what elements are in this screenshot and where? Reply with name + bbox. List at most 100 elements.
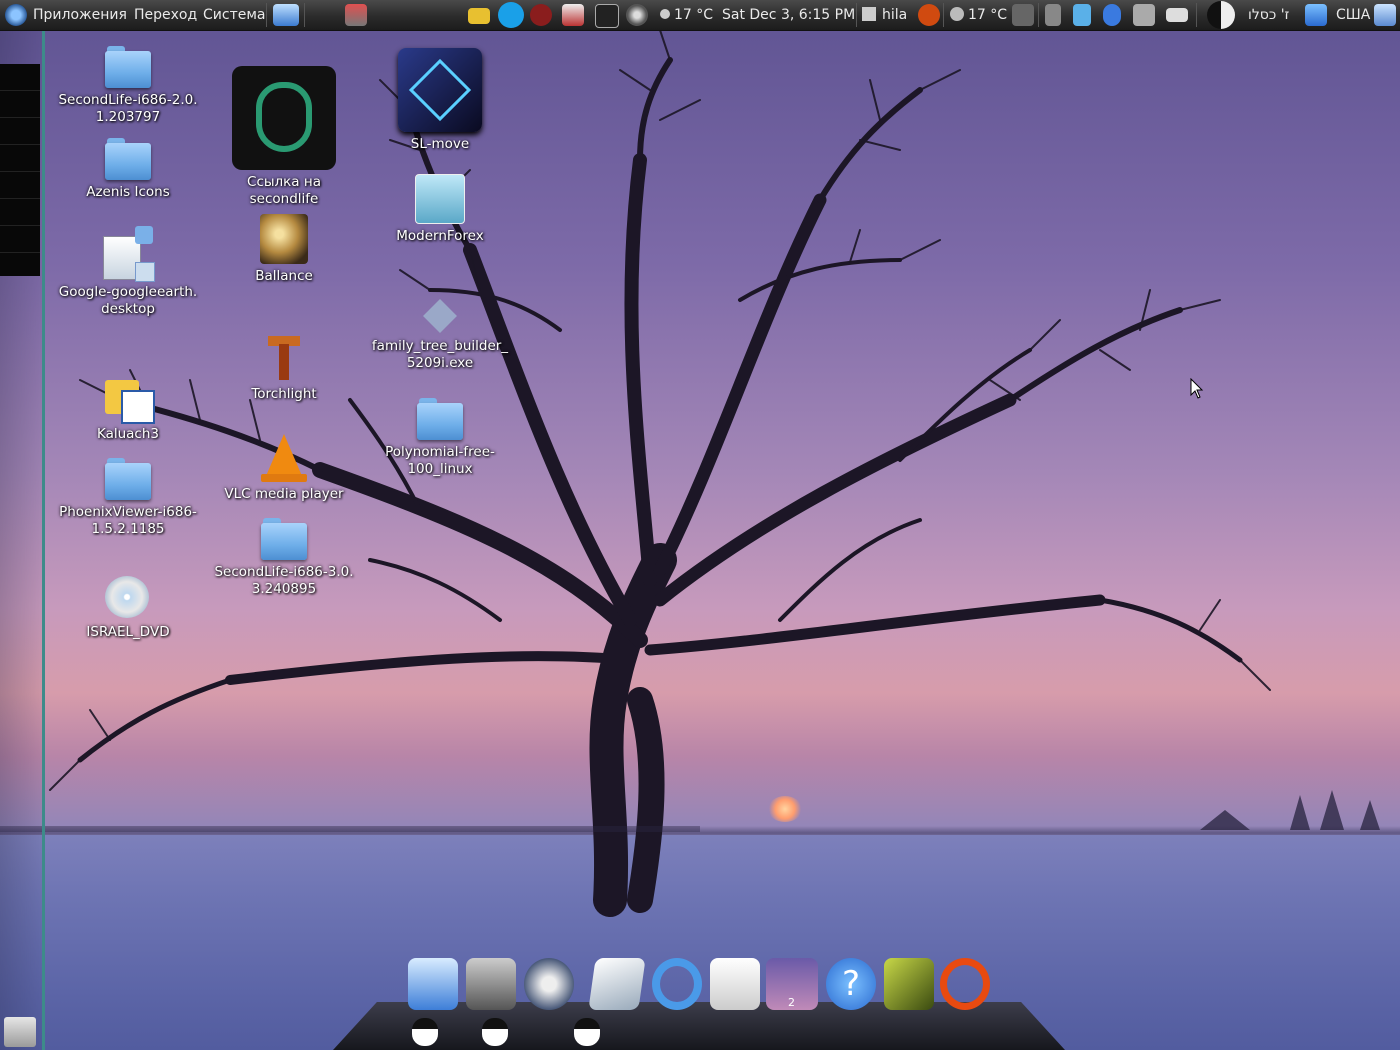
show-desktop-icon[interactable]: [1374, 4, 1396, 26]
folder-icon: [105, 456, 151, 500]
desktop-icon-label: Torchlight: [251, 386, 317, 402]
bluetooth-icon[interactable]: [1103, 4, 1121, 26]
folder-icon: [261, 516, 307, 560]
app-launcher-red-icon[interactable]: [530, 4, 552, 26]
panel-separator: [1196, 3, 1197, 27]
desktop-icon-label: ModernForex: [396, 228, 484, 244]
desktop-icon-label: ISRAEL_DVD: [86, 624, 170, 640]
desktop-icon[interactable]: SecondLife-i686-2.0. 1.203797: [53, 44, 203, 126]
notes-icon[interactable]: [710, 958, 760, 1010]
workspace-switcher-icon[interactable]: 2: [766, 958, 818, 1010]
folder-icon: [417, 396, 463, 440]
desktop-file-icon: [101, 226, 155, 282]
speaker-device-icon[interactable]: [1045, 4, 1061, 26]
panel-clock[interactable]: Sat Dec 3, 6:15 PM: [722, 0, 855, 30]
desktop-icon-label: VLC media player: [224, 486, 344, 502]
terminal-icon[interactable]: [595, 4, 619, 28]
firefox-launcher-icon[interactable]: [273, 4, 299, 26]
mouse-cursor-icon: [1190, 378, 1204, 399]
weather-temperature[interactable]: 17 °C: [660, 0, 713, 30]
ring-icon[interactable]: [652, 958, 702, 1010]
moon-phase-icon: [660, 9, 670, 19]
menu-system[interactable]: Система: [203, 0, 265, 30]
user-icon: [862, 7, 876, 21]
menu-applications[interactable]: Приложения: [33, 0, 127, 30]
ballance-icon: [260, 214, 308, 264]
desktop-icon[interactable]: Torchlight: [209, 334, 359, 403]
desktop-icon-label: SecondLife-i686-3.0. 3.240895: [214, 564, 354, 597]
weather-temp-text: 17 °C: [968, 7, 1008, 23]
desktop-icon[interactable]: SecondLife-i686-3.0. 3.240895: [209, 516, 359, 598]
camera-icon[interactable]: [1012, 4, 1034, 26]
desktop-icon-label: family_tree_builder_ 5209i.exe: [371, 338, 509, 371]
penguin-icon[interactable]: [482, 1018, 508, 1046]
torchlight-icon: [264, 334, 304, 382]
desktop-icon-label: Ссылка на secondlife: [247, 174, 321, 207]
folder-launcher-icon[interactable]: [468, 8, 490, 24]
skype-icon[interactable]: [498, 2, 524, 28]
desktop-icon[interactable]: family_tree_builder_ 5209i.exe: [365, 298, 515, 372]
penguin-icon[interactable]: [574, 1018, 600, 1046]
calculator-icon[interactable]: [466, 958, 516, 1010]
user-name: hila: [882, 7, 908, 23]
calendar-folder-icon: [105, 376, 155, 424]
desktop-icon[interactable]: Ballance: [209, 214, 359, 285]
text-editor-icon[interactable]: [588, 958, 646, 1010]
second-life-hand-icon: [232, 66, 336, 170]
dvd-icon: [105, 576, 151, 620]
vlc-cone-icon: [261, 434, 307, 482]
dropbox-icon[interactable]: [1073, 4, 1091, 26]
desktop-icon[interactable]: SL-move: [365, 48, 515, 153]
panel-separator: [1038, 3, 1039, 27]
power-icon[interactable]: [940, 958, 990, 1010]
desktop-icon-label: SL-move: [410, 136, 470, 152]
workspace-pager[interactable]: [0, 64, 40, 276]
image-icon: [415, 174, 465, 224]
desktop-icon[interactable]: Kaluach3: [53, 376, 203, 443]
desktop-icon[interactable]: VLC media player: [209, 434, 359, 503]
panel-separator: [304, 3, 305, 27]
desktop-icon[interactable]: ModernForex: [365, 174, 515, 245]
network-icon[interactable]: [1305, 4, 1327, 26]
desktop-icon[interactable]: Azenis Icons: [53, 136, 203, 201]
graphics-icon[interactable]: [524, 958, 574, 1010]
desktop-icon-label: PhoenixViewer-i686- 1.5.2.1185: [59, 504, 197, 537]
desktop-icon[interactable]: Polynomial-free- 100_linux: [365, 396, 515, 478]
desktop-icon[interactable]: Google-googleearth. desktop: [53, 226, 203, 318]
firefox-icon[interactable]: [408, 958, 458, 1010]
setting-sun: [768, 796, 802, 822]
menu-places[interactable]: Переход: [134, 0, 197, 30]
desktop-icon[interactable]: PhoenixViewer-i686- 1.5.2.1185: [53, 456, 203, 538]
desktop-icon[interactable]: Ссылка на secondlife: [209, 66, 359, 208]
image-viewer-icon[interactable]: [884, 958, 934, 1010]
weather-temperature-2[interactable]: 17 °C: [950, 0, 1007, 30]
moon-phase-icon: [950, 7, 964, 21]
system-settings-icon[interactable]: [626, 4, 648, 26]
exe-icon: [422, 298, 458, 334]
drive-icon[interactable]: [562, 4, 584, 26]
moon-icon[interactable]: [1207, 1, 1235, 29]
workspace-number: 2: [788, 996, 795, 1009]
joystick-icon[interactable]: [345, 4, 367, 26]
keyboard-layout[interactable]: США: [1336, 0, 1370, 30]
user-indicator[interactable]: hila: [862, 0, 907, 30]
desktop-icon-label: Azenis Icons: [86, 184, 170, 200]
media-icon: [398, 48, 482, 132]
weather-temp-text: 17 °C: [674, 7, 714, 23]
trash-icon[interactable]: [4, 1017, 36, 1047]
panel-separator: [943, 3, 944, 27]
help-icon[interactable]: ?: [826, 958, 876, 1010]
desktop-icon-label: Google-googleearth. desktop: [58, 284, 198, 317]
desktop-icon-label: Ballance: [255, 268, 313, 284]
shutdown-icon[interactable]: [918, 4, 940, 26]
hebrew-date[interactable]: ז' כסלו: [1248, 0, 1289, 30]
top-panel: Приложения Переход Система 17 °C Sat Dec…: [0, 0, 1400, 31]
volume-icon[interactable]: [1133, 4, 1155, 26]
desktop-icon-label: SecondLife-i686-2.0. 1.203797: [58, 92, 198, 125]
mail-icon[interactable]: [1166, 8, 1188, 22]
desktop-icon[interactable]: ISRAEL_DVD: [53, 576, 203, 641]
penguin-icon[interactable]: [412, 1018, 438, 1046]
panel-separator: [266, 3, 267, 27]
folder-icon: [105, 136, 151, 180]
main-menu-icon[interactable]: [5, 4, 27, 26]
